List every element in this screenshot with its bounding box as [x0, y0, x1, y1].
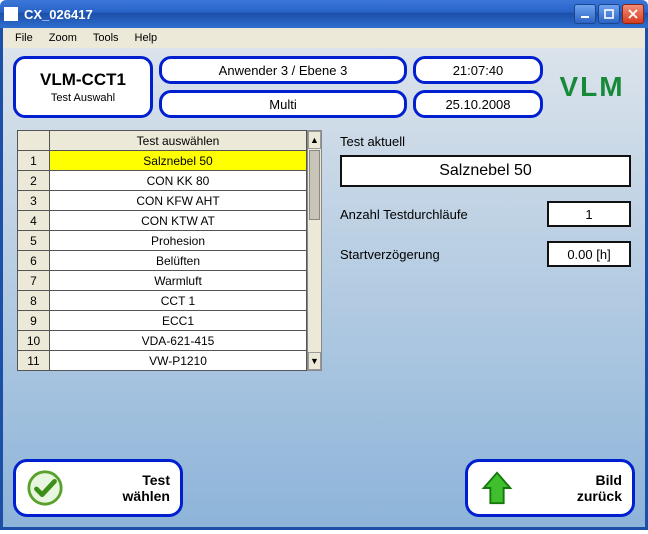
row-name: CON KTW AT	[50, 211, 307, 231]
table-row[interactable]: 1Salznebel 50	[18, 151, 307, 171]
scrollbar[interactable]: ▲ ▼	[307, 130, 322, 371]
menu-tools[interactable]: Tools	[85, 30, 127, 46]
mode-box[interactable]: Multi	[159, 90, 407, 118]
scroll-down-icon[interactable]: ▼	[308, 352, 321, 370]
row-name: Warmluft	[50, 271, 307, 291]
vlm-logo: VLM	[549, 56, 635, 118]
row-name: ECC1	[50, 311, 307, 331]
table-row[interactable]: 8CCT 1	[18, 291, 307, 311]
table-row[interactable]: 9ECC1	[18, 311, 307, 331]
table-row[interactable]: 2CON KK 80	[18, 171, 307, 191]
table-row[interactable]: 4CON KTW AT	[18, 211, 307, 231]
row-number: 2	[18, 171, 50, 191]
menu-help[interactable]: Help	[127, 30, 166, 46]
row-number: 3	[18, 191, 50, 211]
row-number: 10	[18, 331, 50, 351]
table-row[interactable]: 3CON KFW AHT	[18, 191, 307, 211]
checkmark-icon	[26, 469, 64, 507]
table-row[interactable]: 5Prohesion	[18, 231, 307, 251]
row-number: 9	[18, 311, 50, 331]
row-name: CCT 1	[50, 291, 307, 311]
scroll-thumb[interactable]	[309, 150, 320, 220]
table-row[interactable]: 10VDA-621-415	[18, 331, 307, 351]
app-icon	[4, 7, 18, 21]
window-title: CX_026417	[24, 7, 574, 22]
product-subtitle: Test Auswahl	[51, 92, 115, 104]
row-number: 6	[18, 251, 50, 271]
row-name: VW-P1210	[50, 351, 307, 371]
test-list: Test auswählen 1Salznebel 502CON KK 803C…	[17, 130, 322, 371]
arrow-up-icon	[478, 469, 516, 507]
product-name: VLM-CCT1	[40, 70, 126, 90]
table-row[interactable]: 6Belüften	[18, 251, 307, 271]
row-number: 11	[18, 351, 50, 371]
client-area: VLM-CCT1 Test Auswahl Anwender 3 / Ebene…	[0, 48, 648, 530]
menubar: File Zoom Tools Help	[0, 28, 648, 48]
minimize-button[interactable]	[574, 4, 596, 24]
bottom-buttons: Testwählen Bildzurück	[13, 459, 635, 517]
row-number: 7	[18, 271, 50, 291]
header-row: VLM-CCT1 Test Auswahl Anwender 3 / Ebene…	[3, 48, 645, 122]
delay-label: Startverzögerung	[340, 247, 537, 262]
row-name: CON KFW AHT	[50, 191, 307, 211]
maximize-button[interactable]	[598, 4, 620, 24]
user-level-box[interactable]: Anwender 3 / Ebene 3	[159, 56, 407, 84]
menu-zoom[interactable]: Zoom	[41, 30, 85, 46]
table-row[interactable]: 11VW-P1210	[18, 351, 307, 371]
row-number: 1	[18, 151, 50, 171]
details-panel: Test aktuell Salznebel 50 Anzahl Testdur…	[340, 130, 631, 371]
row-name: Salznebel 50	[50, 151, 307, 171]
table-corner	[18, 131, 50, 151]
current-test-label: Test aktuell	[340, 134, 631, 149]
runs-input[interactable]: 1	[547, 201, 631, 227]
back-button[interactable]: Bildzurück	[465, 459, 635, 517]
row-name: Belüften	[50, 251, 307, 271]
close-button[interactable]	[622, 4, 644, 24]
row-name: CON KK 80	[50, 171, 307, 191]
select-test-label: Testwählen	[74, 472, 170, 504]
test-table: Test auswählen 1Salznebel 502CON KK 803C…	[17, 130, 307, 371]
product-box: VLM-CCT1 Test Auswahl	[13, 56, 153, 118]
delay-input[interactable]: 0.00 [h]	[547, 241, 631, 267]
row-number: 4	[18, 211, 50, 231]
date-box: 25.10.2008	[413, 90, 543, 118]
time-box: 21:07:40	[413, 56, 543, 84]
row-name: VDA-621-415	[50, 331, 307, 351]
row-number: 5	[18, 231, 50, 251]
menu-file[interactable]: File	[7, 30, 41, 46]
titlebar: CX_026417	[0, 0, 648, 28]
current-test-value: Salznebel 50	[340, 155, 631, 187]
table-row[interactable]: 7Warmluft	[18, 271, 307, 291]
main-area: Test auswählen 1Salznebel 502CON KK 803C…	[3, 122, 645, 371]
runs-label: Anzahl Testdurchläufe	[340, 207, 537, 222]
back-button-label: Bildzurück	[526, 472, 622, 504]
select-test-button[interactable]: Testwählen	[13, 459, 183, 517]
row-name: Prohesion	[50, 231, 307, 251]
scroll-up-icon[interactable]: ▲	[308, 131, 321, 149]
table-header: Test auswählen	[50, 131, 307, 151]
row-number: 8	[18, 291, 50, 311]
